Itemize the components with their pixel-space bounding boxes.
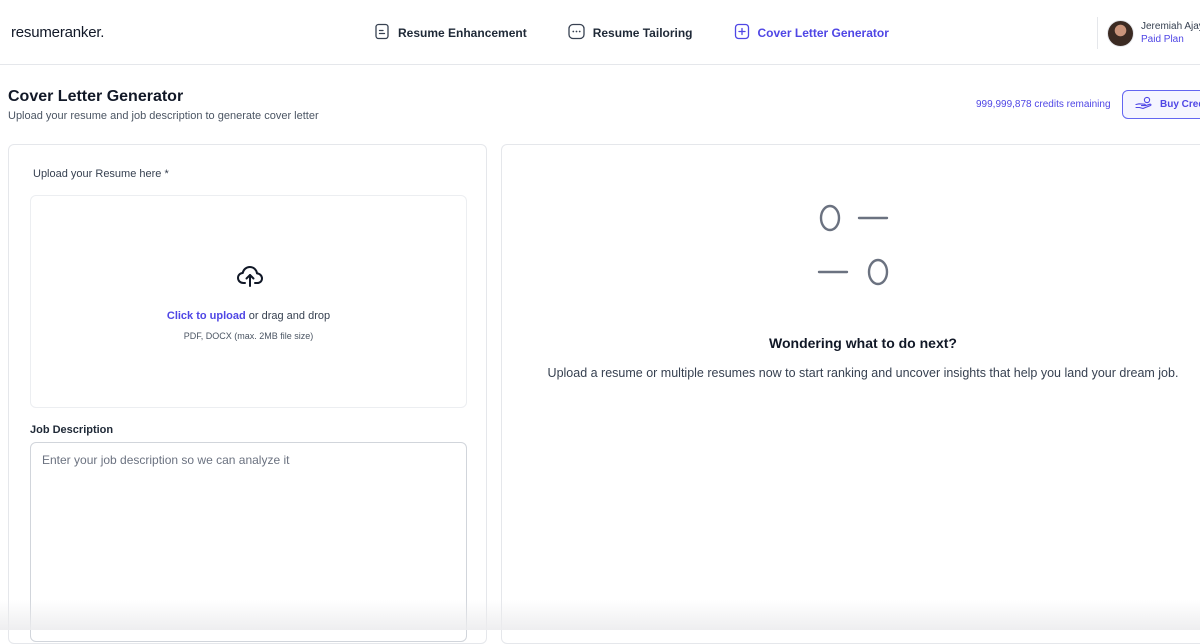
- page-subtitle: Upload your resume and job description t…: [8, 110, 319, 122]
- job-description-label: Job Description: [30, 424, 114, 436]
- user-plan: Paid Plan: [1141, 34, 1184, 45]
- document-icon: [374, 23, 398, 43]
- user-name: Jeremiah Ajay: [1141, 21, 1200, 32]
- page-title: Cover Letter Generator: [8, 88, 184, 105]
- avatar[interactable]: [1107, 19, 1134, 47]
- nav-label: Resume Enhancement: [398, 26, 527, 40]
- resume-dropzone[interactable]: Click to upload or drag and drop PDF, DO…: [30, 195, 467, 408]
- buy-credits-label: Buy Credits: [1160, 99, 1200, 110]
- add-document-icon: [734, 23, 758, 43]
- cloud-upload-icon: [236, 264, 264, 293]
- nav-resume-enhancement[interactable]: Resume Enhancement: [374, 22, 527, 44]
- nav-resume-tailoring[interactable]: Resume Tailoring: [568, 22, 693, 44]
- coins-hand-icon: [1135, 96, 1160, 113]
- nav-label: Cover Letter Generator: [757, 26, 889, 40]
- results-panel: Wondering what to do next? Upload a resu…: [501, 144, 1200, 644]
- user-menu[interactable]: Jeremiah Ajay Paid Plan: [1097, 17, 1200, 49]
- nav-cover-letter-generator[interactable]: Cover Letter Generator: [734, 22, 889, 44]
- toggle-lines-icon: [817, 202, 895, 299]
- top-navbar: resumeranker. Resume Enhancement Resume …: [0, 0, 1200, 65]
- upload-label: Upload your Resume here *: [33, 168, 169, 180]
- app-logo[interactable]: resumeranker.: [11, 24, 104, 41]
- nav-label: Resume Tailoring: [592, 26, 693, 40]
- drag-drop-text: or drag and drop: [245, 310, 331, 322]
- empty-state-title: Wondering what to do next?: [769, 335, 957, 351]
- credits-remaining: 999,999,878 credits remaining: [976, 99, 1111, 110]
- upload-instructions: Click to upload or drag and drop: [31, 310, 466, 322]
- ellipsis-icon: [568, 23, 593, 43]
- main-nav: Resume Enhancement Resume Tailoring Cove…: [374, 22, 889, 44]
- buy-credits-button[interactable]: Buy Credits: [1122, 90, 1200, 119]
- click-to-upload-link[interactable]: Click to upload: [167, 310, 246, 322]
- input-panel: Upload your Resume here * Click to uploa…: [8, 144, 487, 644]
- file-type-hint: PDF, DOCX (max. 2MB file size): [183, 331, 314, 341]
- empty-state-description: Upload a resume or multiple resumes now …: [547, 366, 1179, 380]
- job-description-input[interactable]: [30, 442, 467, 642]
